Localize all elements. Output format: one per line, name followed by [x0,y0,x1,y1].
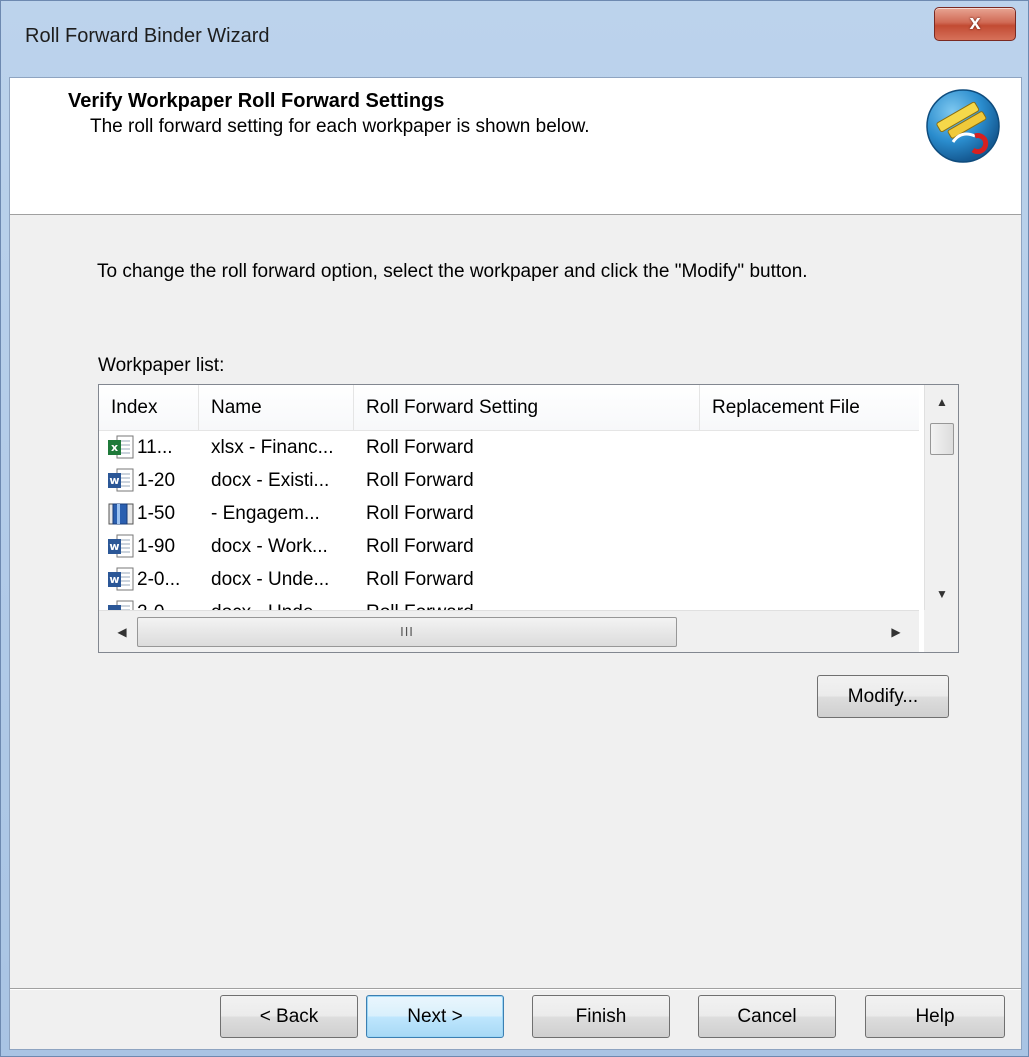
instruction-text: To change the roll forward option, selec… [97,261,808,282]
next-button[interactable]: Next > [366,995,504,1038]
scroll-left-icon[interactable]: ◀ [105,611,139,652]
scroll-right-icon[interactable]: ▶ [879,611,913,652]
row-index: 2-0... [137,569,181,590]
horizontal-scroll-thumb[interactable]: III [137,617,677,647]
word-file-icon: w [108,534,134,558]
row-setting: Roll Forward [366,437,474,458]
vertical-scrollbar[interactable]: ▲ ▼ [924,385,958,611]
row-index: 1-20 [137,470,176,491]
row-setting: Roll Forward [366,536,474,557]
close-button[interactable]: x [934,7,1016,41]
scroll-up-icon[interactable]: ▲ [925,385,958,419]
list-header: Index Name Roll Forward Setting Replacem… [99,385,919,431]
divider [10,988,1021,990]
wizard-window: Roll Forward Binder Wizard x Verify Work… [0,0,1029,1057]
vertical-scroll-thumb[interactable] [930,423,954,455]
row-name: docx - Existi... [211,470,330,491]
scroll-down-icon[interactable]: ▼ [925,577,958,611]
help-button[interactable]: Help [865,995,1005,1038]
wizard-client-area: Verify Workpaper Roll Forward Settings T… [9,77,1022,1050]
horizontal-scrollbar[interactable]: ◀ III ▶ [99,610,919,652]
row-name: - Engagem... [211,503,320,524]
row-setting: Roll Forward [366,569,474,590]
column-header-index[interactable]: Index [99,385,199,431]
close-icon: x [969,12,981,34]
table-row[interactable]: 1-50 - Engagem... Roll Forward [99,497,919,530]
workpaper-list-label: Workpaper list: [98,355,225,376]
table-row[interactable]: w 2-0... docx - Unde... Roll Forward [99,596,919,611]
row-setting: Roll Forward [366,503,474,524]
cancel-button[interactable]: Cancel [698,995,836,1038]
word-file-icon: w [108,468,134,492]
column-header-name[interactable]: Name [199,385,354,431]
svg-text:w: w [109,573,119,586]
table-row[interactable]: x 11... xlsx - Financ... Roll Forward [99,431,919,464]
workpaper-list[interactable]: Index Name Roll Forward Setting Replacem… [98,384,959,653]
row-setting: Roll Forward [366,470,474,491]
column-header-replacement-file[interactable]: Replacement File [700,385,919,431]
row-name: xlsx - Financ... [211,437,334,458]
svg-text:w: w [109,474,119,487]
page-subtitle: The roll forward setting for each workpa… [90,116,590,137]
row-name: docx - Work... [211,536,328,557]
back-button[interactable]: < Back [220,995,358,1038]
row-index: 11... [137,437,173,458]
finish-button[interactable]: Finish [532,995,670,1038]
page-title: Verify Workpaper Roll Forward Settings [68,90,445,112]
row-name: docx - Unde... [211,569,330,590]
engagement-binder-icon [108,503,134,525]
row-index: 1-90 [137,536,176,557]
excel-file-icon: x [108,435,134,459]
table-row[interactable]: w 1-90 docx - Work... Roll Forward [99,530,919,563]
column-header-roll-forward-setting[interactable]: Roll Forward Setting [354,385,700,431]
title-bar[interactable]: Roll Forward Binder Wizard x [1,1,1028,77]
svg-text:w: w [109,540,119,553]
window-title: Roll Forward Binder Wizard [25,25,270,47]
word-file-icon: w [108,567,134,591]
wizard-header: Verify Workpaper Roll Forward Settings T… [10,78,1021,215]
scrollbar-corner [924,610,958,652]
table-row[interactable]: w 2-0... docx - Unde... Roll Forward [99,563,919,596]
table-row[interactable]: w 1-20 docx - Existi... Roll Forward [99,464,919,497]
modify-button[interactable]: Modify... [817,675,949,718]
list-body: x 11... xlsx - Financ... Roll Forward w [99,431,919,611]
roll-forward-wizard-icon [926,89,1000,163]
row-index: 1-50 [137,503,176,524]
grip-icon: III [400,624,414,639]
svg-text:x: x [111,441,118,454]
